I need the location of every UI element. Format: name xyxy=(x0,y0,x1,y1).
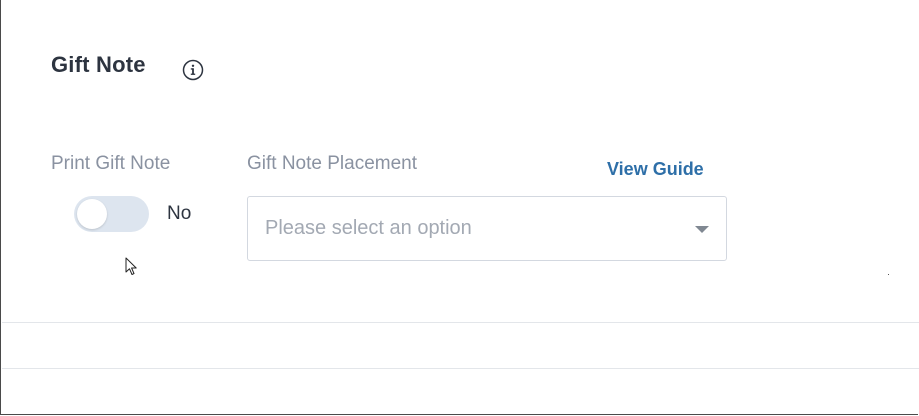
caret-down-icon xyxy=(695,226,709,233)
panel-frame: Gift Note Print Gift Note No Gift Note P… xyxy=(0,0,919,415)
view-guide-link[interactable]: View Guide xyxy=(607,159,704,180)
stray-dot xyxy=(888,274,889,275)
gift-note-placement-label: Gift Note Placement xyxy=(247,153,418,174)
section-title: Gift Note xyxy=(51,52,146,77)
divider-bottom xyxy=(2,368,919,369)
info-icon[interactable] xyxy=(182,59,204,81)
gift-note-placement-select[interactable]: Please select an option xyxy=(247,196,727,261)
toggle-state-text: No xyxy=(167,203,192,224)
print-gift-note-toggle[interactable] xyxy=(74,196,149,232)
mouse-cursor-icon xyxy=(125,257,137,275)
print-gift-note-label: Print Gift Note xyxy=(51,153,171,174)
select-placeholder: Please select an option xyxy=(265,217,472,239)
toggle-knob xyxy=(77,199,107,229)
divider-top xyxy=(2,322,919,323)
